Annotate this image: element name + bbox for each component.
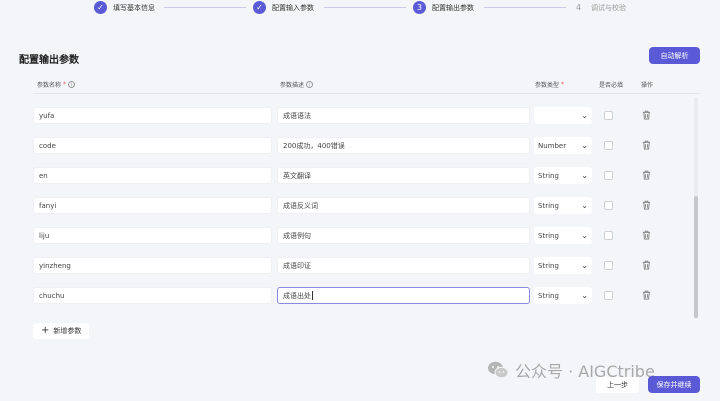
step-number: 4: [575, 3, 582, 12]
param-desc-input[interactable]: 英文翻译: [277, 167, 530, 184]
table-row: liju 成语例句 String ⌄: [33, 227, 693, 245]
param-desc-input[interactable]: 成语出处: [277, 287, 530, 304]
param-type-select[interactable]: ⌄: [534, 107, 592, 124]
header-param-type: 参数类型 *: [535, 80, 564, 89]
param-type-select[interactable]: String ⌄: [534, 167, 592, 184]
param-desc-input[interactable]: 成语语法: [277, 107, 530, 124]
required-mark: *: [63, 81, 67, 88]
trash-icon[interactable]: [642, 200, 651, 210]
page-title: 配置输出参数: [19, 55, 79, 66]
table-row: yinzheng 成语印证 String ⌄: [33, 257, 693, 275]
check-icon: ✓: [253, 1, 266, 14]
table-row: en 英文翻译 String ⌄: [33, 167, 693, 185]
auto-parse-button[interactable]: 自动解析: [649, 47, 700, 64]
required-checkbox[interactable]: [604, 201, 613, 210]
add-param-label: 新增参数: [53, 327, 82, 335]
param-type-select[interactable]: String ⌄: [534, 257, 592, 274]
param-type-value: String: [538, 201, 559, 210]
param-type-value: String: [538, 261, 559, 270]
table-row: fanyi 成语反义词 String ⌄: [33, 197, 693, 215]
table-row: yufa 成语语法 ⌄: [33, 107, 693, 125]
required-checkbox[interactable]: [604, 171, 613, 180]
stepper: ✓ 填写基本信息 ✓ 配置输入参数 3 配置输出参数 4 调试与校验: [0, 0, 720, 16]
step-connector: [484, 7, 566, 8]
param-type-value: String: [538, 171, 559, 180]
header-param-name: 参数名称 * i: [37, 80, 76, 89]
header-label: 参数类型: [535, 82, 560, 89]
chevron-down-icon: ⌄: [581, 291, 588, 300]
chevron-down-icon: ⌄: [581, 111, 588, 120]
param-desc-input[interactable]: 成语反义词: [277, 197, 530, 214]
header-label: 操作: [641, 82, 654, 89]
required-checkbox[interactable]: [604, 141, 613, 150]
header-param-desc: 参数描述 i: [280, 80, 314, 89]
param-type-value: String: [538, 231, 559, 240]
param-name-input[interactable]: en: [33, 167, 272, 184]
header-action: 操作: [641, 80, 653, 89]
step-label: 调试与校验: [591, 3, 626, 12]
required-checkbox[interactable]: [604, 231, 613, 240]
param-desc-input[interactable]: 成语印证: [277, 257, 530, 274]
chevron-down-icon: ⌄: [581, 171, 588, 180]
header-label: 是否必填: [599, 82, 624, 89]
param-name-input[interactable]: code: [33, 137, 272, 154]
add-param-button[interactable]: + 新增参数: [33, 323, 90, 339]
param-name-input[interactable]: yufa: [33, 107, 272, 124]
param-type-select[interactable]: Number ⌄: [534, 137, 592, 154]
param-type-value: String: [538, 291, 559, 300]
param-name-input[interactable]: yinzheng: [33, 257, 272, 274]
step-4[interactable]: 4 调试与校验: [572, 1, 626, 14]
trash-icon[interactable]: [642, 110, 651, 120]
step-label: 配置输入参数: [272, 3, 314, 12]
param-type-select[interactable]: String ⌄: [534, 287, 592, 304]
trash-icon[interactable]: [642, 140, 651, 150]
plus-icon: +: [41, 325, 50, 336]
param-name-input[interactable]: chuchu: [33, 287, 272, 304]
step-connector: [324, 7, 406, 8]
table-row: chuchu 成语出处 String ⌄: [33, 287, 693, 305]
wechat-icon: [488, 361, 509, 379]
chevron-down-icon: ⌄: [581, 141, 588, 150]
param-type-select[interactable]: String ⌄: [534, 197, 592, 214]
chevron-down-icon: ⌄: [581, 231, 588, 240]
step-1[interactable]: ✓ 填写基本信息: [94, 1, 155, 14]
required-checkbox[interactable]: [604, 291, 613, 300]
param-name-input[interactable]: liju: [33, 227, 272, 244]
header-divider: [33, 93, 700, 94]
step-label: 填写基本信息: [113, 3, 155, 12]
trash-icon[interactable]: [642, 260, 651, 270]
param-name-input[interactable]: fanyi: [33, 197, 272, 214]
required-checkbox[interactable]: [604, 261, 613, 270]
trash-icon[interactable]: [642, 230, 651, 240]
trash-icon[interactable]: [642, 170, 651, 180]
table-row: code 200成功，400错误 Number ⌄: [33, 137, 693, 155]
trash-icon[interactable]: [642, 290, 651, 300]
required-checkbox[interactable]: [604, 111, 613, 120]
param-desc-input[interactable]: 成语例句: [277, 227, 530, 244]
step-connector: [164, 7, 246, 8]
header-required: 是否必填: [599, 80, 623, 89]
scrollbar-thumb[interactable]: [694, 196, 698, 318]
step-number: 3: [413, 1, 426, 14]
header-label: 参数名称: [37, 82, 62, 89]
step-2[interactable]: ✓ 配置输入参数: [253, 1, 314, 14]
text-caret: [312, 291, 313, 300]
required-mark: *: [561, 81, 565, 88]
info-icon[interactable]: i: [306, 81, 314, 88]
info-icon[interactable]: i: [68, 81, 76, 88]
chevron-down-icon: ⌄: [581, 201, 588, 210]
check-icon: ✓: [94, 1, 107, 14]
save-continue-button[interactable]: 保存并继续: [648, 376, 700, 393]
step-3[interactable]: 3 配置输出参数: [413, 1, 474, 14]
param-desc-input[interactable]: 200成功，400错误: [277, 137, 530, 154]
param-desc-value: 成语出处: [283, 291, 311, 300]
header-label: 参数描述: [280, 82, 305, 89]
prev-step-button[interactable]: 上一步: [596, 377, 639, 393]
chevron-down-icon: ⌄: [581, 261, 588, 270]
param-type-select[interactable]: String ⌄: [534, 227, 592, 244]
param-type-value: Number: [538, 141, 567, 150]
step-label: 配置输出参数: [432, 3, 474, 12]
